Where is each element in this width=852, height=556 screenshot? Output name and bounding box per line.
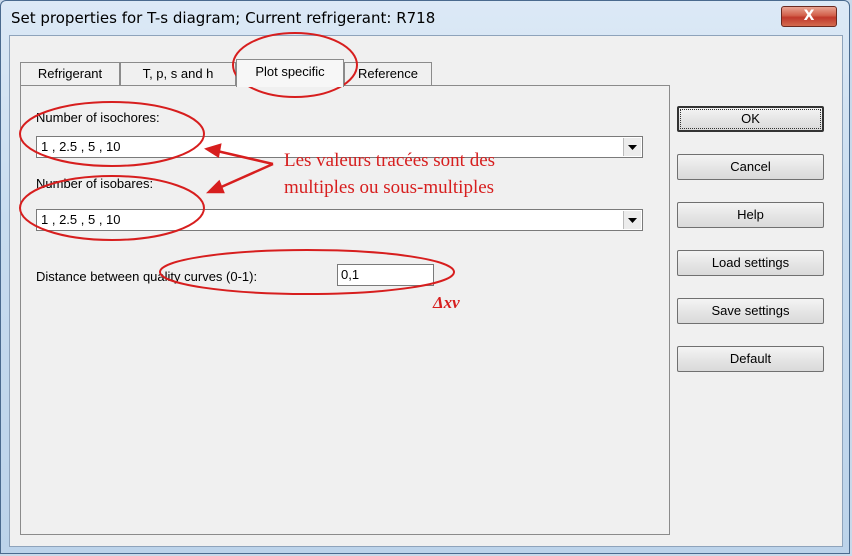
tab-tpsh[interactable]: T, p, s and h: [120, 62, 236, 85]
dialog-window: Set properties for T-s diagram; Current …: [0, 0, 850, 554]
tab-reference[interactable]: Reference: [344, 62, 432, 85]
default-button[interactable]: Default: [677, 346, 824, 372]
annotation-line-2: multiples ou sous-multiples: [284, 177, 495, 198]
save-settings-button[interactable]: Save settings: [677, 298, 824, 324]
annotation-delta-xv: Δxv: [433, 293, 460, 312]
cancel-button[interactable]: Cancel: [677, 154, 824, 180]
close-icon: X: [803, 8, 815, 24]
window-title: Set properties for T-s diagram; Current …: [11, 9, 436, 27]
isobares-label: Number of isobares:: [36, 176, 154, 191]
load-settings-button[interactable]: Load settings: [677, 250, 824, 276]
title-bar: Set properties for T-s diagram; Current …: [1, 1, 849, 35]
ok-button[interactable]: OK: [677, 106, 824, 132]
tab-refrigerant[interactable]: Refrigerant: [20, 62, 120, 85]
quality-label: Distance between quality curves (0-1):: [36, 269, 258, 284]
quality-input[interactable]: 0,1: [337, 264, 434, 286]
isochores-value: 1 , 2.5 , 5 , 10: [41, 139, 121, 154]
chevron-down-icon[interactable]: [623, 138, 641, 156]
isochores-label: Number of isochores:: [36, 110, 160, 125]
annotation-line-1: Les valeurs tracées sont des: [284, 150, 496, 171]
isobares-value: 1 , 2.5 , 5 , 10: [41, 212, 121, 227]
chevron-down-icon[interactable]: [623, 211, 641, 229]
close-button[interactable]: X: [781, 6, 837, 27]
help-button[interactable]: Help: [677, 202, 824, 228]
dialog-client-area: Refrigerant T, p, s and h Plot specific …: [9, 35, 843, 547]
tab-plot-specific[interactable]: Plot specific: [236, 59, 344, 87]
isobares-combo[interactable]: 1 , 2.5 , 5 , 10: [36, 209, 643, 231]
